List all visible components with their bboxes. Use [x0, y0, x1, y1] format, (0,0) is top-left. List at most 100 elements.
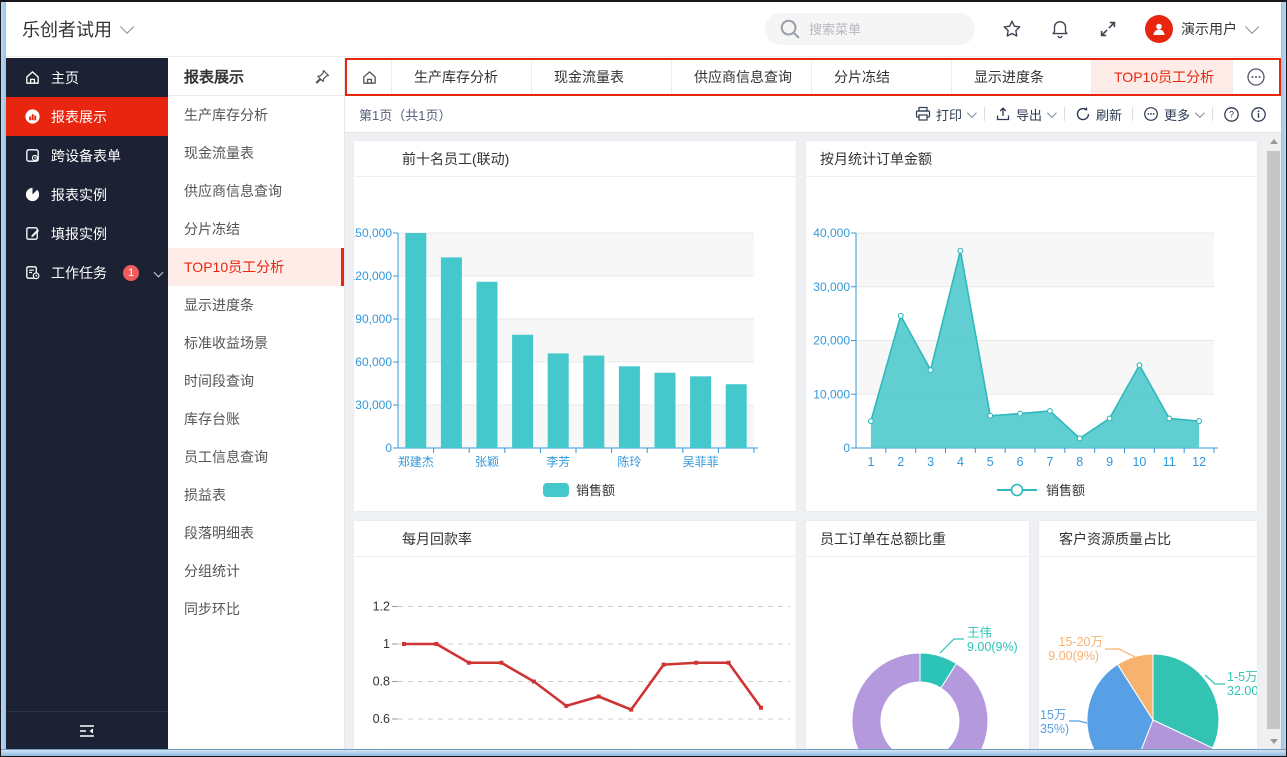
svg-text:60,000: 60,000: [355, 355, 392, 369]
tab-home[interactable]: [347, 60, 391, 94]
chart-panel-top10-bar: 前十名员工(联动) 030,00060,00090,000120,000150,…: [353, 140, 797, 512]
avatar: [1145, 15, 1173, 43]
tab-progress-bar[interactable]: 显示进度条: [951, 60, 1091, 94]
tab-supplier-info[interactable]: 供应商信息查询: [671, 60, 811, 94]
svg-text:90,000: 90,000: [355, 312, 392, 326]
scroll-up-button[interactable]: [1266, 133, 1281, 149]
chart-title: 员工订单在总额比重: [806, 521, 1029, 557]
tabs-more-button[interactable]: [1232, 60, 1279, 94]
svg-text:0.8: 0.8: [373, 675, 390, 689]
sidebar-item-label: 报表展示: [51, 107, 107, 127]
page-indicator: 第1页（共1页）: [359, 105, 451, 124]
dashboard-canvas: 前十名员工(联动) 030,00060,00090,000120,000150,…: [345, 133, 1281, 749]
sidebar-item-fill-instances[interactable]: 填报实例: [6, 214, 168, 253]
chart-panel-monthly-orders-area: 按月统计订单金额 010,00020,00030,00040,000123456…: [805, 140, 1258, 512]
sidebar-item-label: 填报实例: [51, 224, 107, 244]
search-input[interactable]: [809, 22, 959, 37]
tab-frozen-panes[interactable]: 分片冻结: [811, 60, 951, 94]
svg-text:3: 3: [927, 455, 934, 469]
pin-icon[interactable]: [314, 69, 330, 85]
app-title-dropdown[interactable]: 乐创者试用: [22, 16, 130, 42]
divider: [1132, 107, 1133, 121]
sidebar-item-cross-device-forms[interactable]: 跨设备表单: [6, 136, 168, 175]
svg-text:?: ?: [1229, 109, 1234, 119]
svg-text:11: 11: [1163, 455, 1176, 469]
svg-text:王伟: 王伟: [967, 626, 992, 640]
line-chart: 0.60.811.2: [354, 557, 796, 749]
export-icon: [995, 106, 1011, 122]
fullscreen-icon[interactable]: [1097, 18, 1119, 40]
chart-panel-employee-donut: 员工订单在总额比重 王伟9.00(9%): [805, 520, 1030, 749]
window-frame-right: [1281, 2, 1286, 749]
menu-item-cash-flow[interactable]: 现金流量表: [168, 134, 344, 172]
content-area: 生产库存分析 现金流量表 供应商信息查询 分片冻结 显示进度条 TOP10员工分…: [345, 58, 1281, 749]
content-scrollbar[interactable]: [1266, 133, 1281, 749]
scroll-down-button[interactable]: [1266, 733, 1281, 749]
scrollbar-thumb[interactable]: [1267, 151, 1280, 729]
chart-title: 客户资源质量占比: [1039, 521, 1257, 557]
svg-text:4: 4: [957, 455, 964, 469]
sidebar-item-report-instances[interactable]: 报表实例: [6, 175, 168, 214]
menu-item-inventory-ledger[interactable]: 库存台账: [168, 400, 344, 438]
menu-item-top10-employees[interactable]: TOP10员工分析: [168, 248, 344, 286]
svg-text:销售额: 销售额: [576, 483, 615, 498]
info-button[interactable]: [1250, 106, 1267, 123]
svg-text:32.00(: 32.00(: [1227, 684, 1258, 698]
menu-item-time-range-query[interactable]: 时间段查询: [168, 362, 344, 400]
help-button[interactable]: ?: [1223, 106, 1240, 123]
sidebar-item-home[interactable]: 主页: [6, 58, 168, 97]
bell-icon[interactable]: [1049, 18, 1071, 40]
sidebar-item-label: 跨设备表单: [51, 146, 121, 166]
chart-title: 按月统计订单金额: [806, 141, 1257, 177]
user-menu[interactable]: 演示用户: [1145, 15, 1255, 43]
svg-text:40,000: 40,000: [813, 226, 850, 240]
info-circle-icon: [1250, 106, 1267, 123]
sidebar-item-work-tasks[interactable]: 工作任务 1: [6, 253, 168, 292]
refresh-button[interactable]: 刷新: [1075, 105, 1122, 124]
svg-text:150,000: 150,000: [354, 226, 392, 240]
svg-text:9.00(9%): 9.00(9%): [967, 640, 1018, 654]
svg-text:9: 9: [1106, 455, 1113, 469]
question-circle-icon: ?: [1223, 106, 1240, 123]
menu-item-progress-bar[interactable]: 显示进度条: [168, 286, 344, 324]
more-button[interactable]: 更多: [1143, 105, 1202, 124]
tab-top10-employees[interactable]: TOP10员工分析: [1091, 60, 1231, 94]
window-frame-left: [1, 2, 6, 749]
star-icon[interactable]: [1001, 18, 1023, 40]
menu-item-frozen-panes[interactable]: 分片冻结: [168, 210, 344, 248]
menu-item-sync-comparison[interactable]: 同步环比: [168, 590, 344, 628]
svg-text:销售额: 销售额: [1046, 483, 1085, 498]
menu-item-supplier-info[interactable]: 供应商信息查询: [168, 172, 344, 210]
device-form-icon: [24, 147, 41, 164]
collapse-sidebar-icon: [78, 724, 96, 738]
sidebar-collapse-button[interactable]: [6, 711, 168, 749]
menu-item-standard-income[interactable]: 标准收益场景: [168, 324, 344, 362]
print-button[interactable]: 打印: [915, 105, 974, 124]
tab-production-inventory[interactable]: 生产库存分析: [391, 60, 531, 94]
top-header: 乐创者试用 演示用户: [6, 2, 1281, 57]
refresh-label: 刷新: [1096, 105, 1122, 124]
more-label: 更多: [1164, 105, 1190, 124]
user-name: 演示用户: [1181, 19, 1237, 39]
menu-item-production-inventory[interactable]: 生产库存分析: [168, 96, 344, 134]
user-icon: [1151, 21, 1167, 37]
svg-text:8: 8: [1076, 455, 1083, 469]
svg-text:0: 0: [843, 441, 850, 455]
sidebar-item-reports[interactable]: 报表展示: [6, 97, 168, 136]
tab-cash-flow[interactable]: 现金流量表: [531, 60, 671, 94]
menu-item-employee-info[interactable]: 员工信息查询: [168, 438, 344, 476]
divider: [1212, 107, 1213, 121]
menu-search[interactable]: [765, 13, 975, 45]
sidebar-item-label: 主页: [51, 68, 79, 88]
menu-item-profit-loss[interactable]: 损益表: [168, 476, 344, 514]
sidebar-item-label: 工作任务: [51, 263, 107, 283]
svg-text:1.2: 1.2: [373, 600, 390, 614]
app-window: 乐创者试用 演示用户 主页: [6, 2, 1281, 749]
chevron-down-icon: [1245, 20, 1259, 34]
menu-item-paragraph-detail[interactable]: 段落明细表: [168, 514, 344, 552]
chart-panel-payback-line: 每月回款率 0.60.811.2: [353, 520, 797, 749]
export-button[interactable]: 导出: [995, 105, 1054, 124]
chevron-down-icon: [967, 108, 977, 118]
menu-item-group-stats[interactable]: 分组统计: [168, 552, 344, 590]
chevron-down-icon: [120, 20, 134, 34]
